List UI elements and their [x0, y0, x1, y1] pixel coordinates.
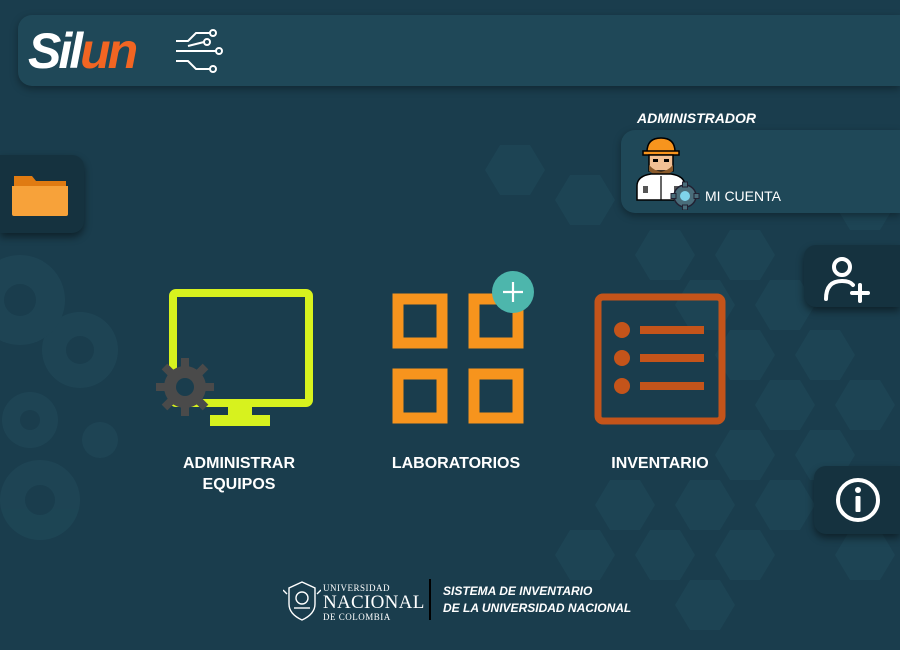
folder-icon	[12, 176, 68, 216]
info-icon	[836, 478, 880, 522]
university-name: UNIVERSIDAD NACIONAL DE COLOMBIA	[323, 583, 425, 622]
my-account-link[interactable]: MI CUENTA	[705, 188, 781, 204]
add-user-icon	[824, 257, 870, 303]
university-seal-icon	[283, 581, 321, 621]
system-title-line1: SISTEMA DE INVENTARIO	[443, 584, 593, 598]
university-bottom-text: DE COLOMBIA	[323, 612, 391, 622]
account-panel[interactable]: MI CUENTA	[621, 130, 900, 213]
laboratorios-label[interactable]: LABORATORIOS	[356, 453, 556, 474]
top-bar: Silun	[18, 15, 900, 86]
system-title-line2: DE LA UNIVERSIDAD NACIONAL	[443, 601, 632, 615]
list-icon	[594, 293, 726, 425]
footer-divider	[429, 579, 431, 620]
silun-logo: Silun	[28, 21, 228, 81]
logo-text-white: Sil	[28, 23, 83, 79]
inventario-label[interactable]: INVENTARIO	[560, 453, 760, 474]
add-user-button[interactable]	[804, 245, 900, 307]
laboratorios-tile[interactable]	[388, 270, 538, 430]
administrar-equipos-tile[interactable]	[155, 287, 323, 437]
role-label: ADMINISTRADOR	[637, 110, 756, 126]
logo-text-orange: un	[80, 23, 138, 79]
system-title: SISTEMA DE INVENTARIO DE LA UNIVERSIDAD …	[443, 583, 631, 617]
folder-button[interactable]	[0, 155, 84, 233]
inventario-tile[interactable]	[592, 292, 728, 426]
grid-add-icon	[392, 271, 534, 424]
administrar-equipos-text: ADMINISTRAR EQUIPOS	[183, 455, 295, 493]
info-button[interactable]	[814, 466, 900, 534]
monitor-gear-icon	[156, 289, 313, 426]
admin-avatar-icon	[636, 137, 700, 210]
administrar-equipos-label[interactable]: ADMINISTRAR EQUIPOS	[139, 453, 339, 495]
logo-wordmark: Silun	[28, 21, 138, 81]
circuit-icon	[176, 29, 223, 73]
university-middle-text: NACIONAL	[323, 592, 425, 613]
